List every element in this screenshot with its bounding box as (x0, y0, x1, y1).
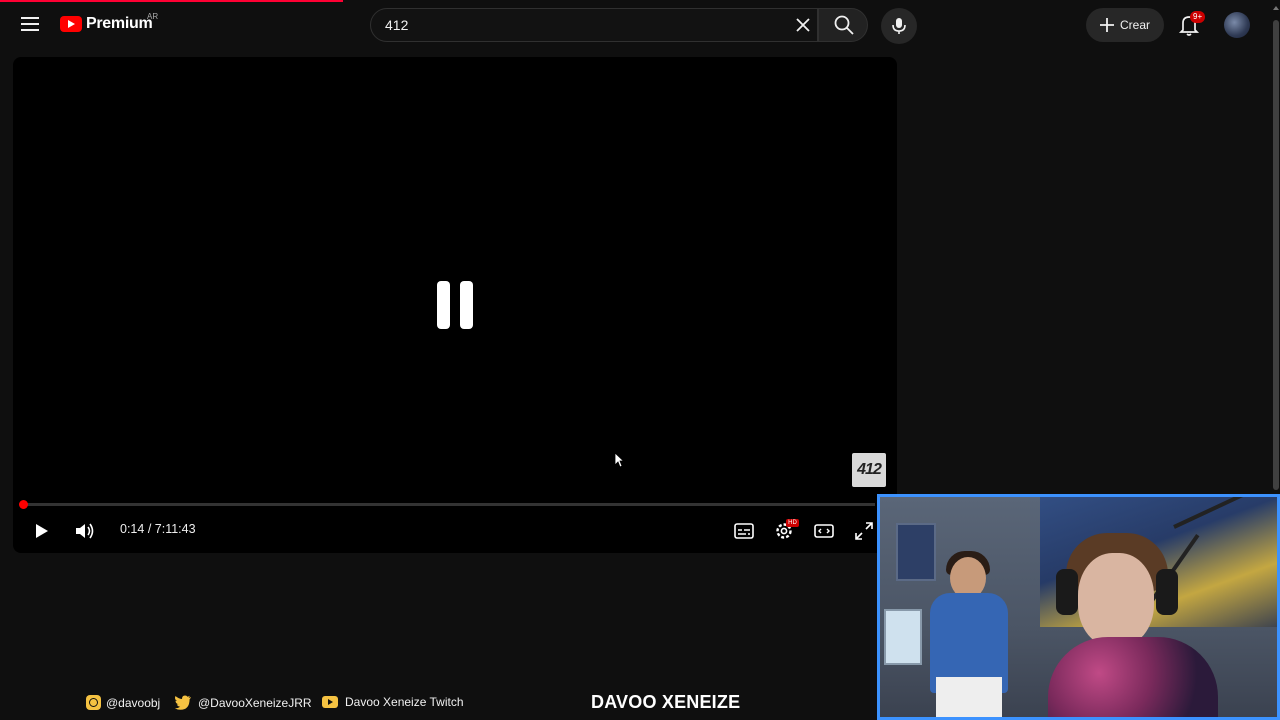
plus-icon (1100, 18, 1114, 32)
youtube-play-icon (60, 16, 82, 32)
framed-jersey (896, 523, 936, 581)
progress-scrubber[interactable] (19, 500, 28, 509)
create-button[interactable]: Crear (1086, 8, 1164, 42)
hd-badge: HD (786, 519, 799, 527)
microphone-icon (892, 18, 906, 34)
twitter-icon (174, 695, 191, 710)
mouse-cursor-icon (614, 452, 624, 468)
twitter-label: @DavooXeneizeJRR (198, 695, 312, 710)
time-display: 0:14 / 7:11:43 (120, 522, 196, 536)
scroll-thumb[interactable] (1273, 20, 1279, 490)
streamer-name: DAVOO XENEIZE (591, 692, 741, 712)
pause-overlay-icon (437, 281, 475, 329)
youtube-label: Davoo Xeneize Twitch (345, 695, 464, 709)
search-icon (834, 15, 854, 35)
logo-text: Premium (86, 15, 153, 32)
channel-watermark[interactable]: 412 (852, 453, 886, 487)
youtube-premium-logo[interactable]: Premium (60, 12, 153, 36)
subtitles-icon[interactable] (733, 520, 755, 542)
instagram-icon (86, 695, 101, 710)
streamer-face (1078, 553, 1154, 647)
create-label: Crear (1120, 18, 1151, 32)
close-icon[interactable] (793, 15, 813, 35)
headphones (1056, 569, 1078, 615)
instagram-label: @davoobj (106, 695, 161, 710)
youtube-icon (322, 696, 338, 708)
instagram-handle: @davoobj (86, 695, 160, 710)
youtube-channel: Davoo Xeneize Twitch (322, 695, 464, 709)
search-button[interactable] (818, 8, 868, 42)
video-player[interactable]: 412 0:14 / 7:11:43 HD (13, 57, 897, 553)
menu-icon[interactable] (18, 12, 42, 36)
scroll-up-arrow-icon[interactable] (1273, 6, 1279, 10)
play-icon[interactable] (31, 521, 51, 541)
progress-bar[interactable] (23, 503, 875, 506)
avatar[interactable] (1224, 12, 1250, 38)
search-input[interactable]: 412 (370, 8, 818, 42)
search-query: 412 (385, 17, 409, 33)
time-current: 0:14 (120, 522, 145, 536)
time-separator: / (144, 522, 155, 536)
volume-icon[interactable] (73, 520, 95, 542)
framed-jersey (884, 609, 922, 665)
time-total: 7:11:43 (154, 522, 196, 536)
notification-count-badge: 9+ (1190, 11, 1206, 23)
voice-search-button[interactable] (881, 8, 917, 44)
theater-mode-icon[interactable] (813, 520, 835, 542)
twitter-handle: @DavooXeneizeJRR (174, 695, 312, 710)
country-code: AR (147, 12, 159, 21)
webcam-overlay (877, 494, 1280, 720)
streamer-jersey (1048, 637, 1218, 717)
masthead: Premium AR 412 Crear 9+ (0, 2, 1280, 46)
stream-footer: @davoobj @DavooXeneizeJRR Davoo Xeneize … (0, 686, 877, 720)
fullscreen-icon[interactable] (853, 520, 875, 542)
